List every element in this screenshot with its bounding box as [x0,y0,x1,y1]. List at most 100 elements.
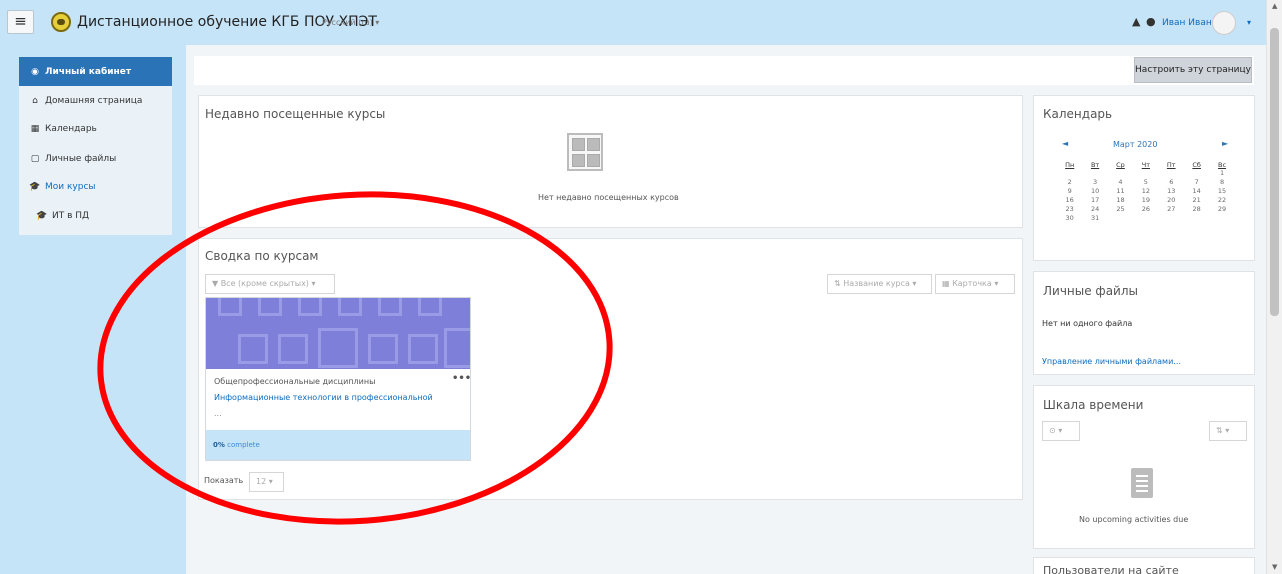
course-name-ellipsis: ... [214,409,222,418]
calendar-day [1108,169,1133,178]
calendar-day[interactable]: 23 [1057,205,1082,214]
calendar-day[interactable]: 12 [1133,187,1158,196]
calendar-day [1057,169,1082,178]
calendar-grid: Пн Вт Ср Чт Пт Сб Вс 1 2 3 4 5 6 7 8 9 1… [1057,160,1235,223]
calendar-day [1159,169,1184,178]
sidebar-item-home[interactable]: ⌂ Домашняя страница [19,87,172,115]
calendar-day [1108,214,1133,223]
calendar-day[interactable]: 29 [1209,205,1234,214]
sidebar-item-course-it[interactable]: 🎓 ИТ в ПД [19,202,172,230]
language-selector[interactable]: Русский (ru) ▾ [322,18,379,27]
calendar-day[interactable]: 3 [1082,178,1107,187]
chevron-down-icon[interactable]: ▾ [1247,18,1251,27]
scroll-down-arrow-icon[interactable]: ▼ [1272,563,1277,571]
calendar-day[interactable]: 11 [1108,187,1133,196]
hamburger-icon[interactable]: ≡ [7,10,34,34]
calendar-month-link[interactable]: Март 2020 [1113,140,1157,149]
bell-icon[interactable]: ▲ [1132,15,1140,28]
calendar-day[interactable]: 15 [1209,187,1234,196]
calendar-day[interactable]: 28 [1184,205,1209,214]
calendar-week: 30 31 [1057,214,1235,223]
calendar-title: Календарь [1043,107,1113,121]
calendar-day[interactable]: 18 [1108,196,1133,205]
recent-courses-title: Недавно посещенные курсы [205,107,386,121]
calendar-day[interactable]: 7 [1184,178,1209,187]
manage-files-link[interactable]: Управление личными файлами... [1042,357,1181,366]
avatar[interactable] [1212,11,1236,35]
site-logo[interactable] [51,12,71,32]
calendar-day[interactable]: 21 [1184,196,1209,205]
sidebar-item-dashboard[interactable]: ◉ Личный кабинет [19,57,172,86]
graduation-cap-icon: 🎓 [29,182,41,192]
calendar-day[interactable]: 8 [1209,178,1234,187]
calendar-day[interactable]: 4 [1108,178,1133,187]
sidebar-item-my-courses[interactable]: 🎓 Мои курсы [19,173,172,201]
calendar-icon: ▦ [30,124,40,134]
sidebar-item-private-files[interactable]: ▢ Личные файлы [19,145,172,173]
chat-icon[interactable]: ● [1146,15,1156,28]
calendar-day[interactable]: 24 [1082,205,1107,214]
calendar-day[interactable]: 31 [1082,214,1107,223]
course-name-link[interactable]: Информационные технологии в профессионал… [214,393,433,402]
sidebar-item-label: Личный кабинет [45,66,132,77]
calendar-day [1133,169,1158,178]
calendar-day [1133,214,1158,223]
timeline-filter-dropdown[interactable]: ⊙ ▾ [1042,421,1080,441]
sidebar-item-label: Домашняя страница [45,96,143,106]
calendar-day[interactable]: 16 [1057,196,1082,205]
calendar-week: 1 [1057,169,1235,178]
calendar-day[interactable]: 17 [1082,196,1107,205]
course-view-dropdown[interactable]: ▦ Карточка ▾ [935,274,1015,294]
private-files-empty: Нет ни одного файла [1042,319,1133,328]
calendar-day [1209,214,1234,223]
calendar-day[interactable]: 2 [1057,178,1082,187]
empty-list-icon [1131,468,1153,498]
calendar-day[interactable]: 5 [1133,178,1158,187]
course-sort-dropdown[interactable]: ⇅ Название курса ▾ [827,274,932,294]
calendar-day[interactable]: 25 [1108,205,1133,214]
calendar-day[interactable]: 22 [1209,196,1234,205]
page-header [194,56,1254,85]
calendar-day[interactable]: 20 [1159,196,1184,205]
calendar-day[interactable]: 19 [1133,196,1158,205]
arrow-left-icon[interactable]: ◄ [1062,139,1068,148]
calendar-day [1082,169,1107,178]
calendar-week: 23 24 25 26 27 28 29 [1057,205,1235,214]
calendar-day[interactable]: 30 [1057,214,1082,223]
sidebar-item-label: Личные файлы [45,154,117,164]
arrow-right-icon[interactable]: ► [1222,139,1228,148]
timeline-title: Шкала времени [1043,398,1144,412]
scroll-up-arrow-icon[interactable]: ▲ [1272,2,1277,10]
course-actions-menu-icon[interactable]: ••• [452,373,471,384]
sidebar-item-label: Мои курсы [45,182,96,192]
calendar-day[interactable]: 9 [1057,187,1082,196]
page-scrollbar[interactable]: ▲ ▼ [1266,0,1282,574]
top-navbar: ≡ Дистанционное обучение КГБ ПОУ ХПЭТ Ру… [0,0,1266,45]
file-icon: ▢ [30,154,40,164]
sidebar-item-calendar[interactable]: ▦ Календарь [19,115,172,143]
course-image[interactable] [206,298,470,369]
calendar-day[interactable]: 10 [1082,187,1107,196]
calendar-day[interactable]: 26 [1133,205,1158,214]
dashboard-icon: ◉ [31,66,39,77]
calendar-day[interactable]: 6 [1159,178,1184,187]
course-filter-dropdown[interactable]: ▼ Все (кроме скрытых) ▾ [205,274,335,294]
sidebar-item-label: Календарь [45,124,97,134]
customize-page-button[interactable]: Настроить эту страницу [1134,57,1252,83]
paging-count-dropdown[interactable]: 12 ▾ [249,472,284,492]
courses-icon [567,133,603,171]
calendar-day[interactable]: 13 [1159,187,1184,196]
calendar-day[interactable]: 27 [1159,205,1184,214]
course-category: Общепрофессиональные дисциплины [214,377,376,386]
calendar-week: 2 3 4 5 6 7 8 [1057,178,1235,187]
nav-drawer: ◉ Личный кабинет ⌂ Домашняя страница ▦ К… [19,57,172,235]
calendar-day[interactable]: 1 [1209,169,1234,178]
calendar-day[interactable]: 14 [1184,187,1209,196]
private-files-title: Личные файлы [1043,284,1138,298]
calendar-weekday-row: Пн Вт Ср Чт Пт Сб Вс [1057,160,1235,169]
progress-value: 0% [213,441,225,449]
timeline-sort-dropdown[interactable]: ⇅ ▾ [1209,421,1247,441]
scroll-thumb[interactable] [1270,28,1279,316]
course-overview-title: Сводка по курсам [205,249,319,263]
timeline-empty: No upcoming activities due [1079,515,1189,524]
